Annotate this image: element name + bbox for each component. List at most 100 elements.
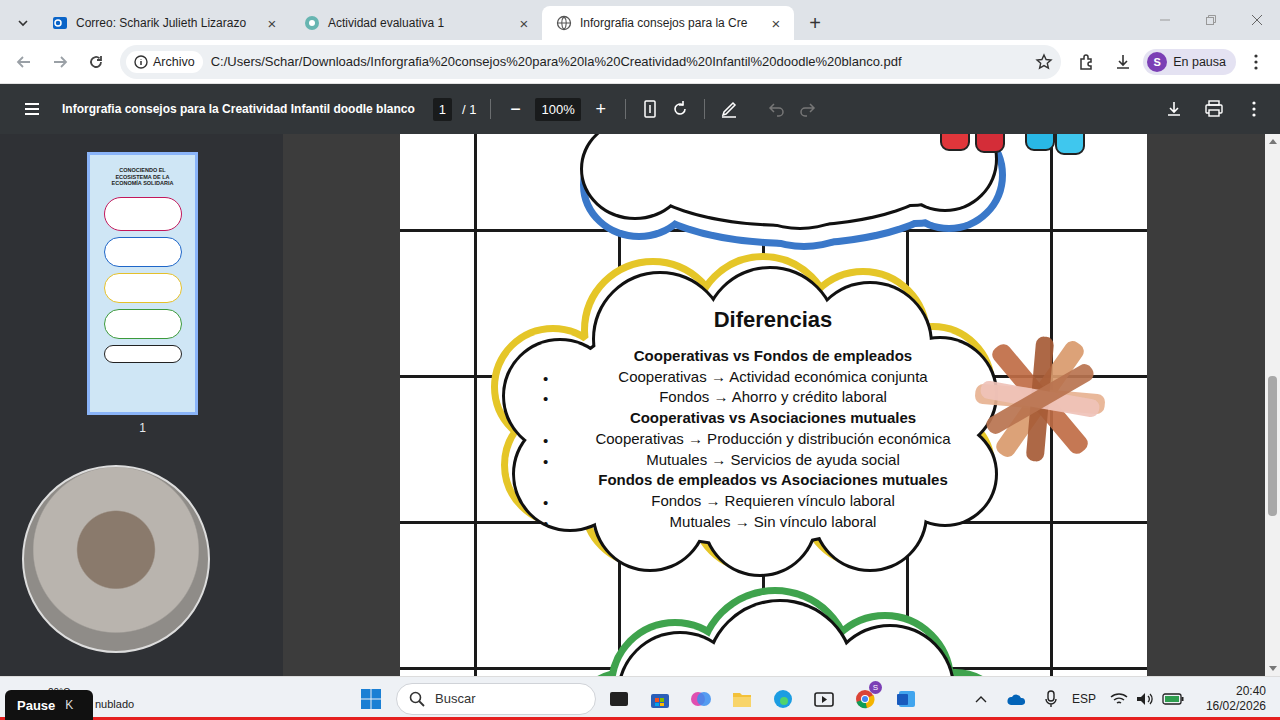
document-area: Diferencias Cooperativas vs Fondos de emp… bbox=[283, 134, 1265, 676]
page-thumbnail[interactable]: CONOCIENDO EL ECOSISTEMA DE LA ECONOMÍA … bbox=[87, 152, 198, 415]
zoom-input[interactable]: 100% bbox=[535, 98, 580, 121]
volume-icon[interactable] bbox=[1136, 692, 1154, 706]
pdf-download-icon[interactable] bbox=[1158, 93, 1190, 125]
site-info-label: Archivo bbox=[153, 55, 195, 69]
tab-close-button[interactable]: × bbox=[516, 15, 532, 32]
battery-icon[interactable] bbox=[1162, 693, 1184, 705]
tab-title: Actividad evaluativa 1 bbox=[328, 16, 508, 30]
comparison-item: •Mutuales → Sin vínculo laboral bbox=[543, 512, 1003, 533]
rotate-icon[interactable] bbox=[670, 99, 690, 119]
info-icon bbox=[134, 55, 148, 69]
clock[interactable]: 20:40 16/02/2026 bbox=[1206, 684, 1266, 714]
onedrive-icon[interactable] bbox=[1006, 691, 1028, 707]
pause-badge[interactable]: Pause K bbox=[5, 690, 93, 720]
close-icon[interactable] bbox=[1234, 0, 1280, 40]
reload-icon[interactable] bbox=[80, 46, 112, 78]
item-text: Cooperativas → Producción y distribución… bbox=[595, 430, 950, 447]
card-title: Diferencias bbox=[543, 305, 1003, 335]
item-text: Cooperativas → Actividad económica conju… bbox=[618, 368, 927, 385]
minimize-icon[interactable] bbox=[1142, 0, 1188, 40]
folder-icon[interactable] bbox=[721, 679, 762, 719]
scroll-down-icon[interactable] bbox=[1269, 666, 1277, 672]
bullet: • bbox=[543, 514, 548, 535]
redo-icon bbox=[797, 99, 817, 119]
tab-list: Correo: Scharik Julieth Lizarazo×Activid… bbox=[38, 6, 794, 40]
start-icon[interactable] bbox=[352, 679, 390, 719]
task-view-icon[interactable] bbox=[598, 679, 639, 719]
clock-time: 20:40 bbox=[1206, 684, 1266, 699]
site-info-chip[interactable]: Archivo bbox=[126, 51, 203, 73]
comparison-item: • Cooperativas → Producción y distribució… bbox=[543, 429, 1003, 450]
fit-page-icon[interactable] bbox=[640, 99, 660, 119]
weather-temperature: 20°C bbox=[48, 687, 352, 698]
chrome-icon[interactable]: S bbox=[844, 679, 885, 719]
pdf-page: Diferencias Cooperativas vs Fondos de emp… bbox=[400, 134, 1147, 676]
language-indicator[interactable]: ESP bbox=[1066, 692, 1102, 706]
undo-icon bbox=[767, 99, 787, 119]
favicon-icon bbox=[52, 15, 68, 31]
browser-tab[interactable]: Inforgrafia consejos para la Cre × bbox=[542, 6, 794, 40]
taskbar-search[interactable]: Buscar bbox=[396, 683, 596, 715]
taskbar: 20°C nublado Buscar S ESP 20:40 16/02/20… bbox=[0, 676, 1280, 720]
webcam-video bbox=[22, 465, 210, 653]
wifi-icon[interactable] bbox=[1110, 692, 1128, 706]
microphone-icon[interactable] bbox=[1044, 690, 1058, 708]
comparison-heading: Cooperativas vs Fondos de empleados bbox=[543, 346, 1003, 367]
print-icon[interactable] bbox=[1198, 93, 1230, 125]
profile-button[interactable]: S En pausa bbox=[1143, 49, 1236, 75]
item-text: Fondos → Ahorro y crédito laboral bbox=[659, 388, 887, 405]
thumbnail-title: CONOCIENDO EL ECOSISTEMA DE LA ECONOMÍA … bbox=[110, 167, 175, 187]
browser-tab[interactable]: Actividad evaluativa 1 × bbox=[290, 6, 542, 40]
comparison-item: •Mutuales → Servicios de ayuda social bbox=[543, 450, 1003, 471]
comparison-item: •Fondos → Ahorro y crédito laboral bbox=[543, 387, 1003, 408]
extensions-icon[interactable] bbox=[1071, 46, 1103, 78]
more-icon[interactable] bbox=[1238, 93, 1270, 125]
tab-close-button[interactable]: × bbox=[264, 15, 280, 32]
tab-search-icon[interactable] bbox=[8, 6, 38, 40]
scrollbar[interactable] bbox=[1265, 134, 1280, 676]
window-controls bbox=[1142, 0, 1280, 40]
download-icon[interactable] bbox=[1107, 46, 1139, 78]
tab-strip: Correo: Scharik Julieth Lizarazo×Activid… bbox=[0, 0, 1280, 40]
tab-title: Inforgrafia consejos para la Cre bbox=[580, 16, 760, 30]
weather-condition: nublado bbox=[48, 698, 352, 710]
comparison-item: • Cooperativas → Actividad económica conj… bbox=[543, 367, 1003, 388]
edge-icon[interactable] bbox=[762, 679, 803, 719]
progress-bar bbox=[0, 717, 1280, 720]
zoom-in-button[interactable]: + bbox=[591, 99, 611, 120]
scrollbar-thumb[interactable] bbox=[1268, 376, 1277, 516]
differences-card: Diferencias Cooperativas vs Fondos de emp… bbox=[543, 305, 1003, 532]
search-icon bbox=[409, 691, 425, 707]
new-tab-button[interactable]: + bbox=[798, 6, 832, 40]
system-tray: ESP 20:40 16/02/2026 bbox=[974, 684, 1280, 714]
browser-toolbar: Archivo C:/Users/Schar/Downloads/Inforgr… bbox=[0, 40, 1280, 84]
zoom-out-button[interactable]: − bbox=[505, 99, 525, 120]
clock-date: 16/02/2026 bbox=[1206, 699, 1266, 714]
copilot-icon[interactable] bbox=[680, 679, 721, 719]
tab-close-button[interactable]: × bbox=[768, 15, 784, 32]
address-bar[interactable]: Archivo C:/Users/Schar/Downloads/Inforgr… bbox=[120, 45, 1061, 79]
profile-status: En pausa bbox=[1173, 55, 1226, 69]
top-cloud bbox=[583, 134, 999, 243]
item-text: Fondos → Requieren vínculo laboral bbox=[651, 492, 894, 509]
bullet: • bbox=[543, 369, 548, 390]
star-icon[interactable] bbox=[1035, 53, 1053, 71]
annotate-icon[interactable] bbox=[719, 99, 739, 119]
chevron-up-icon[interactable] bbox=[974, 694, 988, 704]
forward-icon[interactable] bbox=[44, 46, 76, 78]
pause-label: Pause bbox=[17, 698, 55, 713]
bullet: • bbox=[543, 431, 548, 452]
sidebar-toggle-icon[interactable] bbox=[20, 97, 44, 121]
browser-tab[interactable]: Correo: Scharik Julieth Lizarazo× bbox=[38, 6, 290, 40]
restore-icon[interactable] bbox=[1188, 0, 1234, 40]
menu-icon[interactable] bbox=[1240, 46, 1272, 78]
page-input[interactable]: 1 bbox=[433, 98, 452, 121]
page-controls: 1 / 1 − 100% + bbox=[433, 98, 817, 121]
search-placeholder: Buscar bbox=[435, 691, 475, 706]
item-text: Mutuales → Servicios de ayuda social bbox=[646, 451, 899, 468]
store-icon[interactable] bbox=[639, 679, 680, 719]
media-player-icon[interactable] bbox=[803, 679, 844, 719]
word-icon[interactable] bbox=[885, 679, 926, 719]
scroll-up-icon[interactable] bbox=[1269, 138, 1277, 144]
back-icon[interactable] bbox=[8, 46, 40, 78]
